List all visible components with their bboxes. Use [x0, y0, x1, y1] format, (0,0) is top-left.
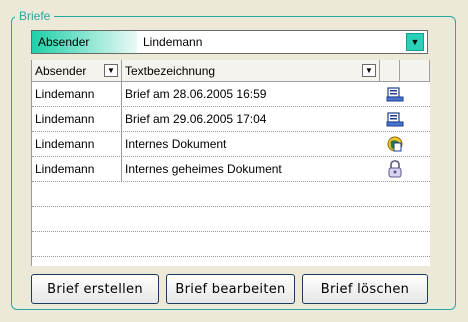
cell-text: Internes geheimes Dokument — [125, 162, 282, 176]
empty-row — [32, 182, 430, 207]
delete-letter-button[interactable]: Brief löschen — [302, 274, 428, 304]
document-icon — [380, 111, 410, 127]
header-textbezeichnung-label: Textbezeichnung — [125, 63, 216, 78]
lock-icon — [380, 160, 410, 178]
filter-value[interactable]: Lindemann — [137, 35, 406, 49]
table-row[interactable]: Lindemann Brief am 29.06.2005 17:04 — [32, 107, 430, 132]
cell-absender: Lindemann — [32, 107, 122, 131]
cell-text: Internes Dokument — [125, 137, 227, 151]
edit-letter-button[interactable]: Brief bearbeiten — [166, 274, 295, 304]
chevron-down-icon[interactable]: ▼ — [104, 64, 118, 77]
empty-row — [32, 232, 430, 257]
create-letter-button[interactable]: Brief erstellen — [31, 274, 159, 304]
empty-row — [32, 207, 430, 232]
cell-absender: Lindemann — [32, 82, 122, 106]
group-title: Briefe — [15, 9, 55, 23]
letters-grid: Absender ▼ Textbezeichnung ▼ Lindemann B… — [31, 60, 430, 266]
cell-text: Brief am 29.06.2005 17:04 — [125, 112, 267, 126]
cell-absender: Lindemann — [32, 132, 122, 156]
table-row[interactable]: Lindemann Internes geheimes Dokument — [32, 157, 430, 182]
grid-header: Absender ▼ Textbezeichnung ▼ — [32, 60, 430, 82]
filter-label: Absender — [32, 31, 137, 53]
document-icon — [380, 86, 410, 102]
header-absender[interactable]: Absender ▼ — [32, 60, 122, 81]
table-row[interactable]: Lindemann Brief am 28.06.2005 16:59 — [32, 82, 430, 107]
cell-absender: Lindemann — [32, 157, 122, 181]
cell-text: Brief am 28.06.2005 16:59 — [125, 87, 267, 101]
grid-rows: Lindemann Brief am 28.06.2005 16:59 Lind… — [32, 82, 430, 257]
table-row[interactable]: Lindemann Internes Dokument — [32, 132, 430, 157]
header-textbezeichnung[interactable]: Textbezeichnung ▼ — [122, 60, 380, 81]
world-document-icon — [380, 135, 410, 153]
header-absender-label: Absender — [35, 63, 87, 78]
header-extra-column[interactable] — [400, 60, 430, 81]
sender-filter[interactable]: Absender Lindemann ▼ — [31, 30, 428, 54]
chevron-down-icon[interactable]: ▼ — [406, 33, 424, 51]
header-icon-column[interactable] — [380, 60, 400, 81]
chevron-down-icon[interactable]: ▼ — [362, 64, 376, 77]
